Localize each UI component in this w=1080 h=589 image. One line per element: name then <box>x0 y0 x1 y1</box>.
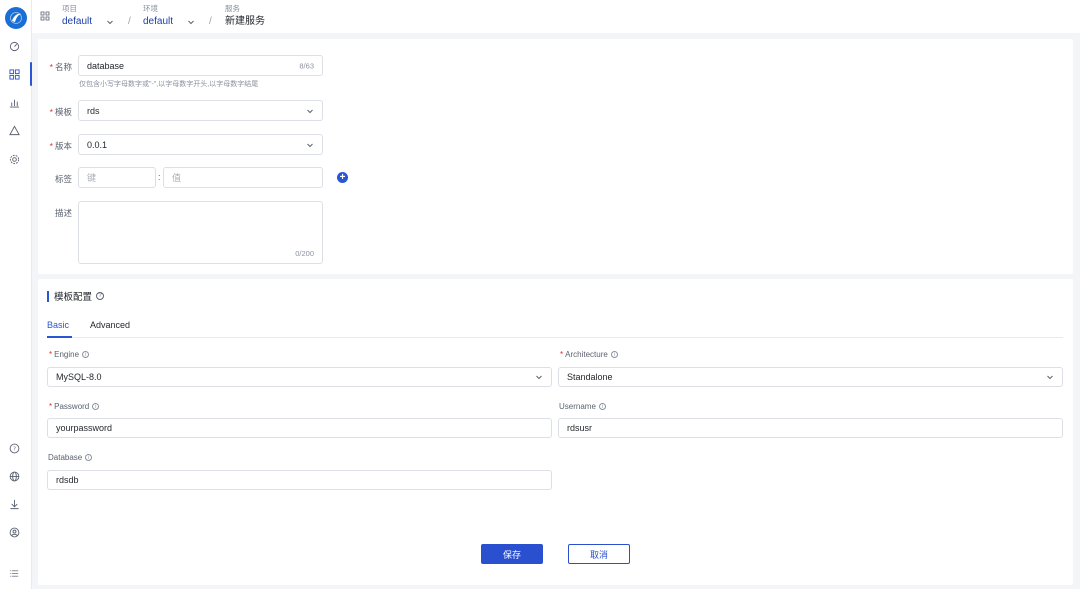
environment-name: default <box>143 16 174 27</box>
engine-value: MySQL-8.0 <box>56 372 102 382</box>
breadcrumb-environment-value[interactable]: default <box>143 15 195 29</box>
name-value: database <box>87 60 125 71</box>
tab-basic[interactable]: Basic <box>47 320 69 330</box>
cancel-button[interactable]: 取消 <box>568 544 630 564</box>
tag-value-input[interactable]: 值 <box>163 167 323 188</box>
breadcrumb-service: 服务 新建服务 <box>225 4 265 29</box>
breadcrumb-project-label: 项目 <box>62 4 77 13</box>
list-icon[interactable] <box>6 565 22 581</box>
tab-advanced[interactable]: Advanced <box>90 320 130 330</box>
tags-label: 标签 <box>54 174 72 184</box>
description-counter: 0/200 <box>295 249 314 258</box>
template-label: * 模板 <box>49 107 72 117</box>
breadcrumb-environment[interactable]: 环境 default <box>143 4 195 29</box>
breadcrumb-service-label: 服务 <box>225 4 240 13</box>
help-icon[interactable]: ? <box>96 292 105 300</box>
password-value: yourpassword <box>56 423 113 433</box>
database-value: rdsdb <box>56 475 79 485</box>
version-value: 0.0.1 <box>87 139 108 150</box>
tab-active-underline <box>47 336 72 338</box>
password-label: * Password i <box>49 402 100 411</box>
chart-icon[interactable] <box>6 94 22 110</box>
database-input[interactable]: rdsdb <box>47 470 552 490</box>
engine-label: * Engine i <box>49 350 90 359</box>
template-value: rds <box>87 105 100 116</box>
tag-value-placeholder: 值 <box>172 173 182 183</box>
template-select[interactable]: rds <box>78 100 323 121</box>
project-name: default <box>62 16 93 27</box>
template-config-title-text: 模板配置 <box>54 292 93 303</box>
breadcrumb-separator: / <box>128 16 131 27</box>
settings-icon[interactable] <box>6 151 22 167</box>
chevron-down-icon <box>188 20 194 25</box>
name-input[interactable]: database 8/63 <box>78 55 323 76</box>
architecture-label: * Architecture i <box>560 350 618 359</box>
breadcrumb-project[interactable]: 项目 default <box>62 4 114 29</box>
apps-grid-icon[interactable] <box>6 66 22 82</box>
info-icon[interactable]: i <box>85 454 93 461</box>
info-icon[interactable]: i <box>598 403 606 410</box>
tag-key-input[interactable]: 键 <box>78 167 156 188</box>
architecture-value: Standalone <box>567 372 613 382</box>
download-icon[interactable] <box>6 496 22 512</box>
warning-icon[interactable] <box>6 122 22 138</box>
save-button[interactable]: 保存 <box>481 544 543 564</box>
breadcrumb-separator: / <box>209 16 212 27</box>
template-config-title: 模板配置 ? <box>47 289 105 303</box>
logo-icon[interactable] <box>5 7 27 29</box>
username-input[interactable]: rdsusr <box>558 418 1063 438</box>
description-textarea[interactable]: 0/200 <box>78 201 323 264</box>
tag-key-placeholder: 键 <box>87 173 97 183</box>
engine-select[interactable]: MySQL-8.0 <box>47 367 552 387</box>
chevron-down-icon <box>107 20 113 25</box>
username-label: Username i <box>559 402 606 411</box>
globe-icon[interactable] <box>6 468 22 484</box>
database-label: Database i <box>48 453 93 462</box>
chevron-down-icon <box>307 143 313 147</box>
architecture-select[interactable]: Standalone <box>558 367 1063 387</box>
section-accent-bar <box>47 290 49 302</box>
chevron-down-icon <box>307 109 313 113</box>
name-hint: 仅包含小写字母数字或"-",以字母数字开头,以字母数字结尾 <box>79 81 259 88</box>
active-indicator <box>30 62 32 86</box>
svg-text:?: ? <box>13 446 16 452</box>
password-input[interactable]: yourpassword <box>47 418 552 438</box>
user-icon[interactable] <box>6 524 22 540</box>
chevron-down-icon <box>536 375 542 380</box>
description-label: 描述 <box>54 208 72 218</box>
breadcrumb-service-value: 新建服务 <box>225 16 265 27</box>
tabs-divider <box>47 337 1063 338</box>
apps-menu-icon[interactable] <box>40 11 50 21</box>
version-select[interactable]: 0.0.1 <box>78 134 323 155</box>
info-icon[interactable]: i <box>610 351 618 358</box>
chevron-down-icon <box>1047 375 1053 380</box>
version-label: * 版本 <box>49 141 72 151</box>
info-icon[interactable]: i <box>92 403 100 410</box>
tag-colon: : <box>158 172 161 182</box>
info-icon[interactable]: i <box>82 351 90 358</box>
breadcrumb-environment-label: 环境 <box>143 4 158 13</box>
name-counter: 8/63 <box>299 61 314 70</box>
breadcrumb-project-value[interactable]: default <box>62 15 114 29</box>
help-icon[interactable]: ? <box>6 440 22 456</box>
username-value: rdsusr <box>567 423 593 433</box>
sidebar: ? <box>0 0 32 589</box>
add-tag-button[interactable]: + <box>337 172 348 183</box>
name-label: * 名称 <box>49 62 72 72</box>
dashboard-icon[interactable] <box>6 38 22 54</box>
top-header: 项目 default / 环境 default / 服务 新建服务 <box>32 0 1080 33</box>
